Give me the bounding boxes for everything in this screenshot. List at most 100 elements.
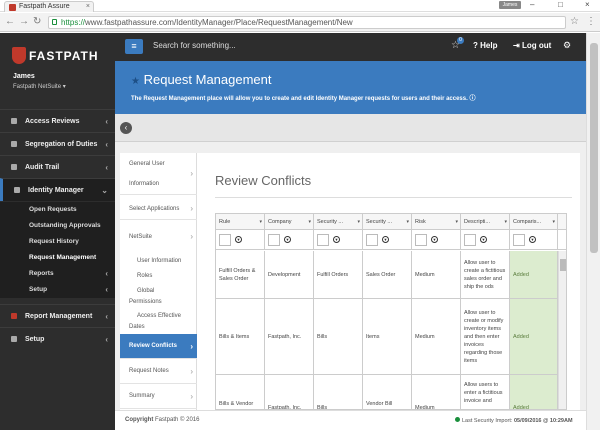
settings-gear-icon[interactable]: ⚙ <box>563 40 571 51</box>
wizard-step-netsuite[interactable]: NetSuite › <box>120 223 197 251</box>
table-cell: Fulfill Orders <box>314 251 363 298</box>
wizard-step-request-notes[interactable]: Request Notes › <box>120 359 197 384</box>
table-cell: Bills <box>314 299 363 374</box>
page-scrollbar[interactable] <box>586 33 600 430</box>
browser-titlebar: Fastpath Assure × James – □ × <box>0 0 600 12</box>
sidebar-sub-request-management[interactable]: Request Management <box>0 250 115 266</box>
favicon-icon <box>9 4 16 11</box>
sidebar-item-access-reviews[interactable]: Access Reviews ‹ <box>0 109 115 132</box>
sidebar-sub-open-requests[interactable]: Open Requests <box>0 202 115 218</box>
table-cell: Vendor Bill Approval <box>363 375 412 409</box>
logout-button[interactable]: ⇥ Log out <box>513 41 551 50</box>
column-header-risk[interactable]: Risk ▾ <box>412 214 461 230</box>
sidebar-item-identity-manager[interactable]: Identity Manager ⌄ <box>0 178 115 201</box>
search-input[interactable]: Search for something... <box>153 41 236 50</box>
address-bar-row: ← → ↻ https://www.fastpathassure.com/Ide… <box>0 13 600 32</box>
table-cell: Fulfill Orders & Sales Order <box>216 251 265 298</box>
info-icon[interactable]: ⓘ <box>469 96 475 102</box>
help-button[interactable]: ? Help <box>473 41 497 50</box>
url-path: www.fastpathassure.com/IdentityManager/P… <box>85 18 353 27</box>
column-header-rule[interactable]: Rule ▾ <box>216 214 265 230</box>
caret-down-icon[interactable]: ▾ <box>406 214 409 230</box>
bookmark-star-icon[interactable]: ☆ <box>570 16 579 27</box>
filter-input[interactable] <box>317 234 329 246</box>
column-header-comparison[interactable]: Comparis... ▾ <box>510 214 558 230</box>
minimize-icon[interactable]: – <box>530 0 534 10</box>
filter-input[interactable] <box>513 234 525 246</box>
back-circle-icon[interactable]: ‹ <box>120 122 132 134</box>
filter-icon[interactable]: ▼ <box>529 236 536 243</box>
caret-down-icon[interactable]: ▾ <box>455 214 458 230</box>
filter-input[interactable] <box>415 234 427 246</box>
table-cell: Medium <box>412 251 461 298</box>
table-scrollbar-thumb[interactable] <box>560 259 566 271</box>
sidebar-item-report-management[interactable]: Report Management ‹ <box>0 304 115 327</box>
sidebar-item-label: Audit Trail <box>25 164 60 171</box>
filter-input[interactable] <box>268 234 280 246</box>
browser-user-badge[interactable]: James <box>499 1 521 9</box>
sidebar-sub-request-history[interactable]: Request History <box>0 234 115 250</box>
filter-icon[interactable]: ▼ <box>235 236 242 243</box>
browser-tab[interactable]: Fastpath Assure × <box>4 1 94 12</box>
browser-menu-icon[interactable]: ⋮ <box>586 16 596 27</box>
company-selector[interactable]: Fastpath NetSuite ▾ <box>13 83 66 90</box>
url-field[interactable]: https://www.fastpathassure.com/IdentityM… <box>48 16 566 29</box>
sidebar-item-segregation[interactable]: Segregation of Duties ‹ <box>0 132 115 155</box>
wizard-substep-user-information[interactable]: User Information <box>120 254 197 268</box>
filter-icon[interactable]: ▼ <box>333 236 340 243</box>
hamburger-menu-icon[interactable]: ≡ <box>125 39 143 54</box>
filter-icon[interactable]: ▼ <box>431 236 438 243</box>
wizard-substep-dates[interactable]: Dates <box>120 320 197 334</box>
filter-input[interactable] <box>366 234 378 246</box>
caret-down-icon[interactable]: ▾ <box>357 214 360 230</box>
wizard-step-information[interactable]: Information › <box>120 169 197 195</box>
sidebar-sub-reports[interactable]: Reports ‹ <box>0 266 115 282</box>
sidebar-item-audit-trail[interactable]: Audit Trail ‹ <box>0 155 115 178</box>
forward-arrow-icon[interactable]: → <box>19 16 29 28</box>
fastpath-logo: FASTPATH <box>12 47 112 69</box>
caret-down-icon[interactable]: ▾ <box>308 214 311 230</box>
maximize-icon[interactable]: □ <box>558 0 563 10</box>
wizard-step-label: Request Notes <box>129 368 169 374</box>
column-header-security-1[interactable]: Security ... ▾ <box>314 214 363 230</box>
wizard-step-select-applications[interactable]: Select Applications › <box>120 198 197 220</box>
id-card-icon <box>14 187 20 193</box>
filter-input[interactable] <box>219 234 231 246</box>
wizard-substep-roles[interactable]: Roles <box>120 269 197 283</box>
table-row[interactable]: Fulfill Orders & Sales Order Development… <box>216 251 566 299</box>
column-header-company[interactable]: Company ▾ <box>265 214 314 230</box>
page-footer: Copyright Fastpath © 2016 Last Security … <box>115 410 586 430</box>
table-cell: Development <box>265 251 314 298</box>
column-header-description[interactable]: Descripti... ▾ <box>461 214 510 230</box>
column-header-label: Descripti... <box>464 219 490 225</box>
sidebar-sub-outstanding-approvals[interactable]: Outstanding Approvals <box>0 218 115 234</box>
sidebar-item-setup[interactable]: Setup ‹ <box>0 327 115 350</box>
table-row[interactable]: Bills & Vendor Bill Approval Fastpath, I… <box>216 375 566 409</box>
favorites-count-badge: 0 <box>457 37 464 44</box>
filter-icon[interactable]: ▼ <box>382 236 389 243</box>
page-description: The Request Management place will allow … <box>131 93 475 102</box>
sidebar-item-label: Setup <box>25 336 45 343</box>
filter-input[interactable] <box>464 234 476 246</box>
wizard-step-summary[interactable]: Summary › <box>120 384 197 409</box>
sidebar-item-label: Segregation of Duties <box>25 141 98 148</box>
back-arrow-icon[interactable]: ← <box>5 16 15 28</box>
close-window-icon[interactable]: × <box>585 0 590 10</box>
column-header-security-2[interactable]: Security ... ▾ <box>363 214 412 230</box>
caret-down-icon[interactable]: ▾ <box>259 214 262 230</box>
copyright-label: Copyright <box>125 417 154 423</box>
sidebar-sub-setup[interactable]: Setup ‹ <box>0 282 115 298</box>
table-row[interactable]: Bills & Items Fastpath, Inc. Bills Items… <box>216 299 566 375</box>
caret-down-icon[interactable]: ▾ <box>504 214 507 230</box>
filter-icon[interactable]: ▼ <box>284 236 291 243</box>
reload-icon[interactable]: ↻ <box>33 16 41 28</box>
wizard-step-general-user[interactable]: General User <box>120 153 197 175</box>
wizard-substep-permissions[interactable]: Permissions <box>120 295 197 309</box>
page-scrollbar-thumb[interactable] <box>590 43 598 253</box>
table-scrollbar[interactable] <box>558 251 566 409</box>
tab-close-icon[interactable]: × <box>86 2 90 12</box>
filter-icon[interactable]: ▼ <box>480 236 487 243</box>
caret-down-icon[interactable]: ▾ <box>552 214 555 230</box>
status-dot-icon <box>455 417 460 422</box>
wizard-step-review-conflicts[interactable]: Review Conflicts › <box>120 334 197 359</box>
